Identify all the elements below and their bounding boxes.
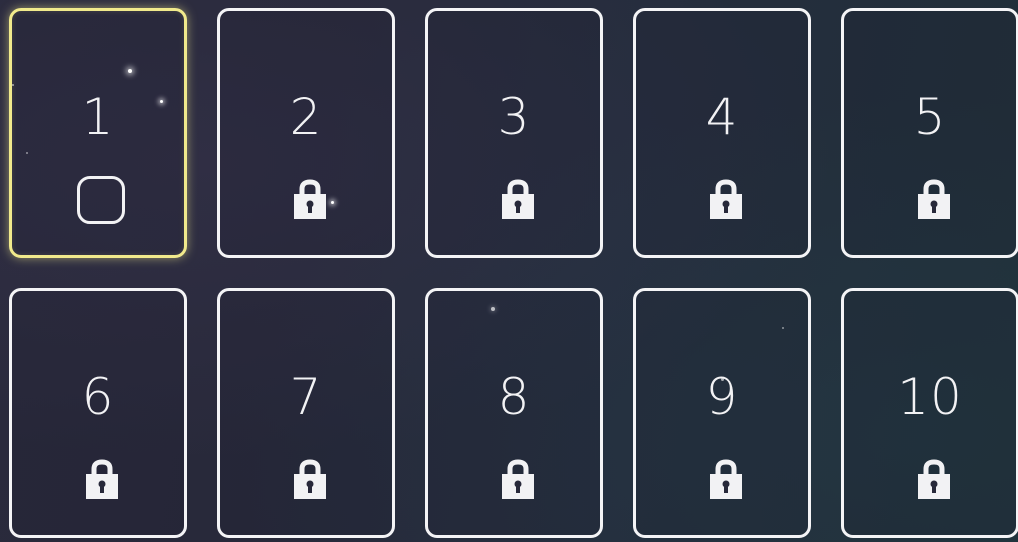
level-card-5[interactable]: 5	[841, 8, 1018, 258]
padlock-icon	[502, 459, 534, 499]
level-card-9[interactable]: 9	[633, 288, 811, 538]
padlock-icon	[710, 179, 742, 219]
level-number: 1	[81, 88, 115, 146]
level-number: 3	[497, 88, 531, 146]
level-card-2[interactable]: 2	[217, 8, 395, 258]
level-number: 5	[913, 88, 947, 146]
level-number: 8	[497, 368, 531, 426]
level-number: 4	[705, 88, 739, 146]
level-card-1[interactable]: 1	[9, 8, 187, 258]
padlock-icon	[710, 459, 742, 499]
level-number: 10	[897, 368, 963, 426]
padlock-icon	[294, 179, 326, 219]
padlock-icon	[502, 179, 534, 219]
level-card-10[interactable]: 10	[841, 288, 1018, 538]
level-card-8[interactable]: 8	[425, 288, 603, 538]
unlocked-icon	[77, 176, 125, 224]
level-number: 6	[81, 368, 115, 426]
level-grid: 1 2 3 4 5 6 7 8 9 10	[9, 8, 1018, 542]
padlock-icon	[86, 459, 118, 499]
padlock-icon	[918, 179, 950, 219]
level-card-7[interactable]: 7	[217, 288, 395, 538]
padlock-icon	[918, 459, 950, 499]
level-number: 9	[705, 368, 739, 426]
level-card-6[interactable]: 6	[9, 288, 187, 538]
level-number: 7	[289, 368, 323, 426]
level-card-3[interactable]: 3	[425, 8, 603, 258]
level-number: 2	[289, 88, 323, 146]
padlock-icon	[294, 459, 326, 499]
level-card-4[interactable]: 4	[633, 8, 811, 258]
